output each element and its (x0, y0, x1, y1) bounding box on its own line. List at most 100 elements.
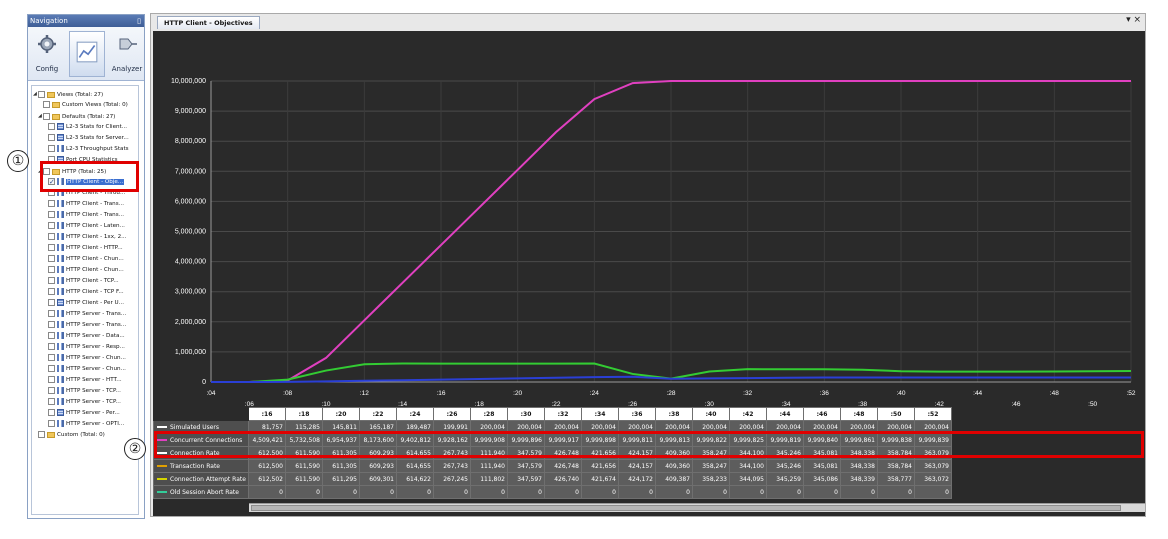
tree-item-checkbox[interactable] (48, 365, 55, 372)
table-row[interactable]: Connection Attempt Rate 612,502 611,590 611… (153, 472, 952, 486)
bar-chart-icon (57, 200, 64, 207)
tree-item-checkbox[interactable] (48, 376, 55, 383)
tree-item[interactable]: HTTP Client - Trans... (43, 199, 124, 210)
tree-item-checkbox[interactable] (48, 354, 55, 361)
tree-item[interactable]: HTTP Server - Chun... (43, 364, 126, 375)
column-header[interactable]: :22 (359, 407, 397, 421)
tree-item-label: HTTP Client - HTTP... (66, 245, 123, 251)
tree-item-checkbox[interactable] (43, 113, 50, 120)
scrollbar-thumb[interactable] (251, 505, 1121, 511)
tree-item-checkbox[interactable] (48, 277, 55, 284)
table-cell: 358,777 (877, 472, 915, 486)
horizontal-scrollbar[interactable] (249, 503, 1145, 512)
tab-window-controls[interactable]: ▾ × (1126, 15, 1141, 25)
tree-item[interactable]: HTTP Server - Resp... (43, 342, 125, 353)
series-color-swatch (157, 491, 167, 493)
tree-item[interactable]: HTTP Client - TCP F... (43, 287, 124, 298)
tree-item[interactable]: HTTP Server - HTT... (43, 375, 122, 386)
tree-item[interactable]: HTTP Client - Chun... (43, 254, 124, 265)
table-cell: 358,233 (692, 472, 730, 486)
x-tick-label: :32 (743, 390, 752, 397)
tree-item-checkbox[interactable] (48, 222, 55, 229)
tree-item[interactable]: HTTP Client - HTTP... (43, 243, 123, 254)
tree-item-checkbox[interactable] (48, 420, 55, 427)
tree-item[interactable]: ◢ Defaults (Total: 27) (38, 111, 115, 122)
tree-item[interactable]: HTTP Server - TCP... (43, 397, 121, 408)
column-header[interactable]: :30 (507, 407, 545, 421)
tree-item[interactable]: HTTP Server - Chun... (43, 353, 126, 364)
tree-item-checkbox[interactable] (48, 343, 55, 350)
tree-item-checkbox[interactable] (48, 255, 55, 262)
column-header[interactable]: :48 (840, 407, 878, 421)
column-header[interactable]: :46 (803, 407, 841, 421)
tree-item-checkbox[interactable] (48, 310, 55, 317)
tree-item-checkbox[interactable] (38, 431, 45, 438)
table-cell: 0 (655, 485, 693, 499)
tree-item-checkbox[interactable] (48, 145, 55, 152)
tree-item[interactable]: Custom Views (Total: 0) (38, 100, 128, 111)
tree-item[interactable]: HTTP Server - Per... (43, 408, 120, 419)
tree-item[interactable]: HTTP Client - Laten... (43, 221, 125, 232)
table-cell: 345,081 (803, 459, 841, 473)
column-header[interactable]: :42 (729, 407, 767, 421)
tree-item[interactable]: Custom (Total: 0) (33, 430, 105, 441)
column-header[interactable]: :44 (766, 407, 804, 421)
tree-item-checkbox[interactable] (48, 211, 55, 218)
tree-item-checkbox[interactable] (48, 321, 55, 328)
config-button[interactable]: Config (29, 31, 65, 77)
tree-item-checkbox[interactable] (48, 266, 55, 273)
tree-item[interactable]: HTTP Server - Trans... (43, 320, 126, 331)
column-header[interactable]: :24 (396, 407, 434, 421)
metric-name: Old Session Abort Rate (170, 488, 239, 496)
tree-item[interactable]: HTTP Server - Data... (43, 331, 125, 342)
tree-item-checkbox[interactable] (48, 288, 55, 295)
tree-item[interactable]: HTTP Client - Per U... (43, 298, 124, 309)
table-row[interactable]: Old Session Abort Rate 0 0 0 0 0 0 0 0 0 0 0 0 0 0 0 0 0 0… (153, 485, 952, 499)
analyzer-button[interactable]: Analyzer (109, 31, 145, 77)
tree-item-checkbox[interactable] (48, 332, 55, 339)
column-header[interactable]: :34 (581, 407, 619, 421)
column-header[interactable]: :18 (285, 407, 323, 421)
tree-item-checkbox[interactable] (48, 244, 55, 251)
column-header[interactable]: :36 (618, 407, 656, 421)
column-header[interactable]: :40 (692, 407, 730, 421)
tree-item[interactable]: L2-3 Stats for Server... (43, 133, 129, 144)
tree-item[interactable]: HTTP Client - TCP... (43, 276, 119, 287)
tree-item-checkbox[interactable] (48, 409, 55, 416)
tree-item-checkbox[interactable] (48, 299, 55, 306)
column-header[interactable]: :20 (322, 407, 360, 421)
tree-item[interactable]: L2-3 Stats for Client... (43, 122, 127, 133)
y-tick-label: 1,000,000 (175, 349, 206, 356)
column-header[interactable]: :32 (544, 407, 582, 421)
tree-item-checkbox[interactable] (38, 91, 45, 98)
tab-http-client-objectives[interactable]: HTTP Client - Objectives (157, 16, 260, 29)
tree-item[interactable]: HTTP Client - Trans... (43, 210, 124, 221)
tree-item[interactable]: ◢ Views (Total: 27) (33, 89, 103, 100)
tree-item-checkbox[interactable] (48, 387, 55, 394)
tree-item[interactable]: HTTP Server - OPTI... (43, 419, 124, 430)
tree-item-checkbox[interactable] (43, 101, 50, 108)
column-header[interactable]: :28 (470, 407, 508, 421)
column-header[interactable]: :26 (433, 407, 471, 421)
column-header[interactable]: :16 (248, 407, 286, 421)
tree-item[interactable]: HTTP Client - 1xx, 2... (43, 232, 127, 243)
table-cell: 348,338 (840, 459, 878, 473)
x-tick-label: :44 (973, 390, 982, 397)
statistics-button[interactable] (69, 31, 105, 77)
table-row[interactable]: Transaction Rate 612,500 611,590 611,305 609… (153, 459, 952, 473)
column-header[interactable]: :38 (655, 407, 693, 421)
tree-item[interactable]: HTTP Server - TCP... (43, 386, 121, 397)
column-header[interactable]: :52 (914, 407, 952, 421)
tree-item-checkbox[interactable] (48, 398, 55, 405)
tree-item-checkbox[interactable] (48, 200, 55, 207)
table-cell: 345,086 (803, 472, 841, 486)
tree-item[interactable]: HTTP Client - Chun... (43, 265, 124, 276)
tree-item[interactable]: HTTP Server - Trans... (43, 309, 126, 320)
column-header[interactable]: :50 (877, 407, 915, 421)
table-cell: 426,748 (544, 459, 582, 473)
pin-icon[interactable]: ▯ (137, 15, 141, 27)
tree-item-checkbox[interactable] (48, 233, 55, 240)
tree-item-checkbox[interactable] (48, 123, 55, 130)
tree-item-checkbox[interactable] (48, 134, 55, 141)
tree-item[interactable]: L2-3 Throughput Stats (43, 144, 129, 155)
